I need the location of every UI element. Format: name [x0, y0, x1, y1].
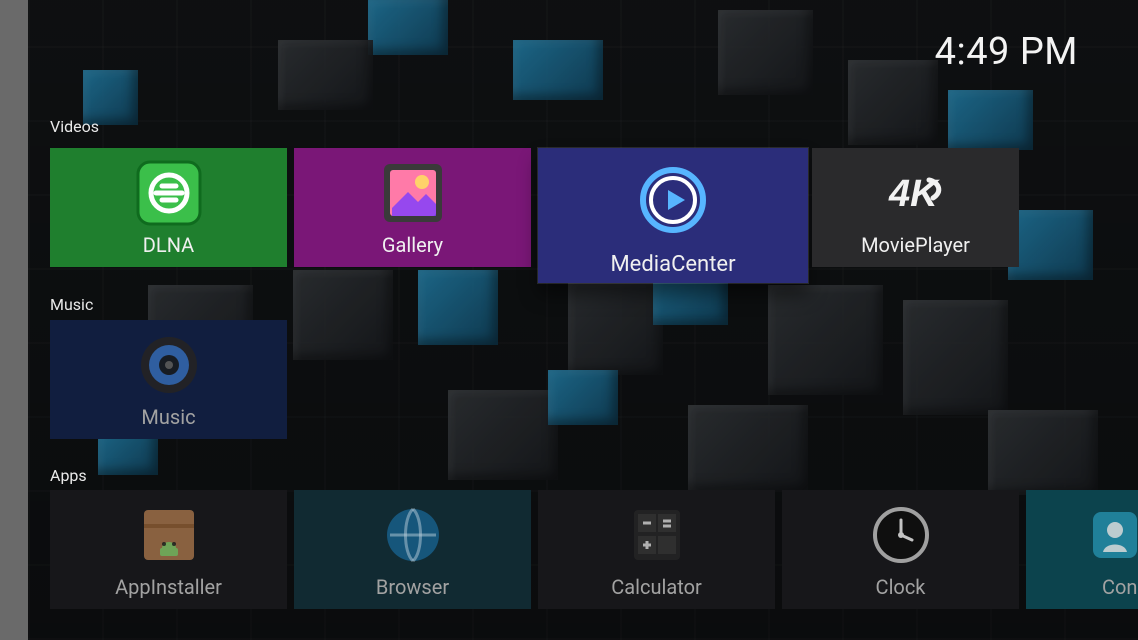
background-cube — [1008, 210, 1093, 280]
tile-label-dlna: DLNA — [142, 233, 195, 257]
tile-dlna[interactable]: DLNA — [50, 148, 287, 267]
background-cube — [903, 300, 1008, 415]
background-cube — [848, 60, 938, 145]
tile-dim-overlay — [538, 490, 775, 609]
tile-mediacenter[interactable]: MediaCenter — [538, 148, 808, 283]
background-cube — [418, 270, 498, 345]
background-cube — [568, 280, 663, 375]
tile-dim-overlay — [782, 490, 1019, 609]
gallery-icon — [378, 158, 448, 228]
time-display: 4:49 PM — [934, 30, 1078, 74]
section-title-videos: Videos — [50, 117, 99, 136]
background-cube — [988, 410, 1098, 495]
tile-appinstaller[interactable]: AppInstaller — [50, 490, 287, 609]
tile-dim-overlay — [50, 490, 287, 609]
tile-label-movieplayer: MoviePlayer — [861, 233, 970, 257]
tile-movieplayer[interactable]: 4K MoviePlayer — [812, 148, 1019, 267]
background-cube — [768, 285, 883, 395]
section-title-apps: Apps — [50, 466, 87, 485]
background-cube — [688, 405, 808, 490]
section-title-music: Music — [50, 295, 94, 314]
background-cube — [448, 390, 558, 480]
tile-calculator[interactable]: Calculator — [538, 490, 775, 609]
tile-dim-overlay — [294, 490, 531, 609]
background-cube — [718, 10, 813, 95]
play-circle-icon — [635, 162, 711, 238]
tile-label-gallery: Gallery — [381, 233, 444, 257]
dlna-icon — [134, 158, 204, 228]
background-cube — [513, 40, 603, 100]
tile-contacts-partial[interactable]: Con — [1026, 490, 1138, 609]
tile-dim-overlay — [1026, 490, 1138, 609]
tile-dim-overlay — [50, 320, 287, 439]
background-cube — [278, 40, 373, 110]
background-cube — [293, 270, 393, 360]
background-cube — [948, 90, 1033, 150]
tile-gallery[interactable]: Gallery — [294, 148, 531, 267]
background-cube — [548, 370, 618, 425]
tile-label-mediacenter: MediaCenter — [610, 252, 736, 277]
tile-clock[interactable]: Clock — [782, 490, 1019, 609]
tile-music[interactable]: Music — [50, 320, 287, 439]
left-sidebar[interactable] — [0, 0, 28, 640]
tile-browser[interactable]: Browser — [294, 490, 531, 609]
tv-launcher-screen: 4:49 PM Videos Music Apps DLNA Gallery M… — [0, 0, 1138, 640]
background-cube — [368, 0, 448, 55]
movieplayer-4k-icon: 4K — [881, 158, 951, 228]
